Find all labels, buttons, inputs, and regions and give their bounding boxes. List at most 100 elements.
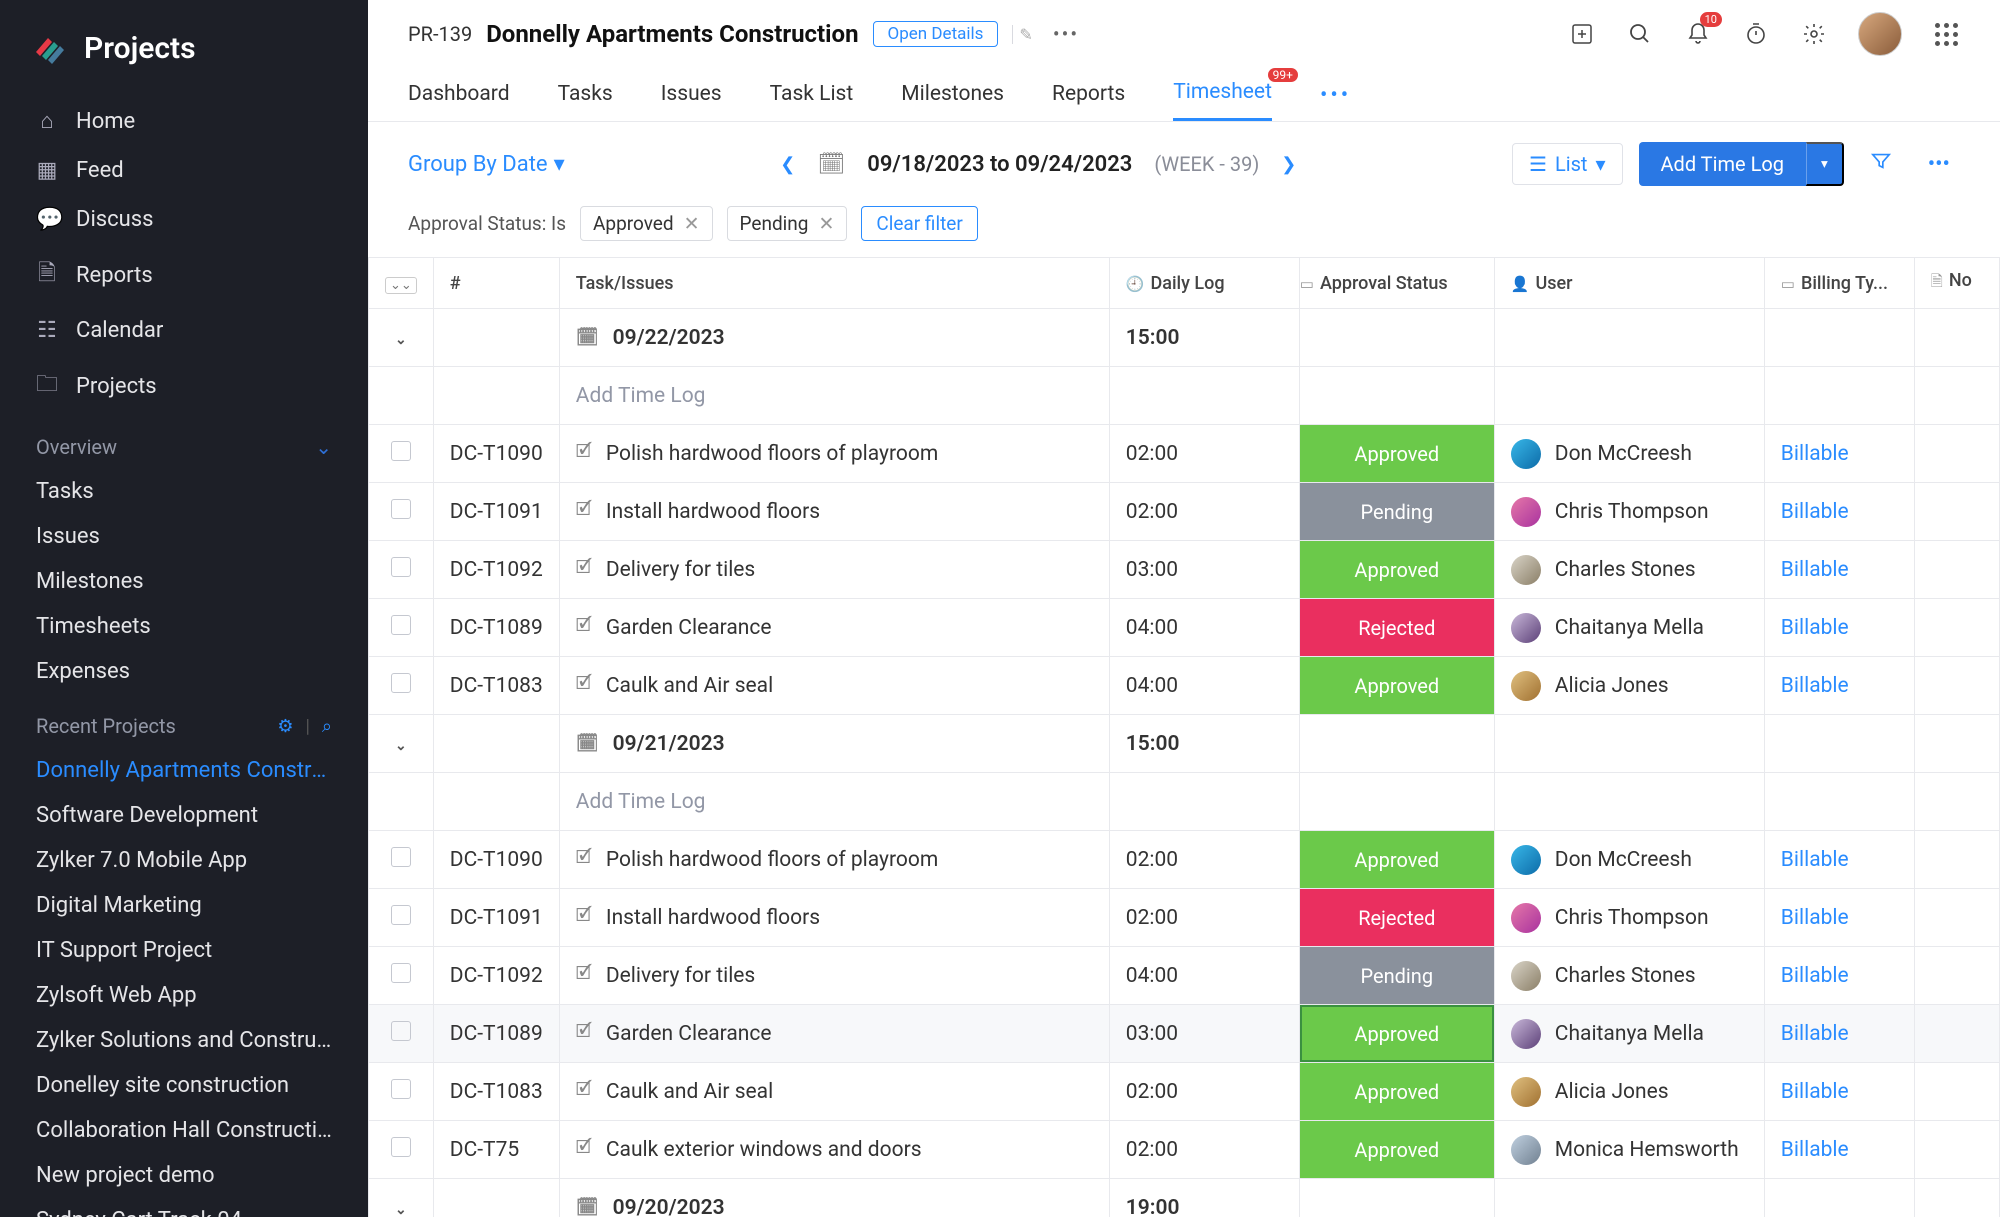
billing-type[interactable]: Billable [1781,500,1849,524]
row-checkbox[interactable] [391,615,411,635]
timesheet-row[interactable]: DC-T1091 🗹Install hardwood floors 02:00 … [369,483,2000,541]
date-group-row[interactable]: ⌄ 🗓09/20/2023 19:00 [369,1179,2000,1217]
row-checkbox[interactable] [391,905,411,925]
tab-task-list[interactable]: Task List [770,72,854,120]
timer-icon[interactable] [1742,20,1770,48]
billing-type[interactable]: Billable [1781,558,1849,582]
chevron-down-icon[interactable]: ⌄ [395,1202,407,1217]
timesheet-row[interactable]: DC-T1089 🗹Garden Clearance 04:00 Rejecte… [369,599,2000,657]
recent-project-item[interactable]: Software Development [0,793,368,838]
add-time-log-dropdown[interactable]: ▾ [1806,142,1844,186]
search-icon[interactable]: ⌕ [322,716,332,737]
timesheet-row[interactable]: DC-T1091 🗹Install hardwood floors 02:00 … [369,889,2000,947]
sidebar-nav-projects[interactable]: 🗀Projects [0,355,368,417]
status-badge[interactable]: Approved [1300,1121,1494,1178]
row-checkbox[interactable] [391,557,411,577]
timesheet-row[interactable]: DC-T1089 🗹Garden Clearance 03:00 Approve… [369,1005,2000,1063]
add-time-log-row[interactable]: Add Time Log [369,367,2000,425]
recent-project-item[interactable]: Digital Marketing [0,883,368,928]
calendar-icon[interactable]: 🗓 [817,152,845,177]
row-checkbox[interactable] [391,1021,411,1041]
tab-issues[interactable]: Issues [661,72,722,120]
status-badge[interactable]: Approved [1300,1005,1494,1062]
col-id-header[interactable]: # [433,258,559,309]
remove-chip-icon[interactable]: ✕ [818,212,834,235]
settings-icon[interactable]: ⚙ [277,716,293,737]
col-log-header[interactable]: 🕘Daily Log [1109,258,1299,309]
status-badge[interactable]: Pending [1300,947,1494,1004]
timesheet-row[interactable]: DC-T75 🗹Caulk exterior windows and doors… [369,1121,2000,1179]
recent-project-item[interactable]: IT Support Project [0,928,368,973]
tab-reports[interactable]: Reports [1052,72,1125,120]
sidebar-nav-calendar[interactable]: ☷Calendar [0,306,368,355]
chevron-down-icon[interactable]: ⌄ [395,738,407,754]
timesheet-row[interactable]: DC-T1083 🗹Caulk and Air seal 02:00 Appro… [369,1063,2000,1121]
recent-project-item[interactable]: Zylsoft Web App [0,973,368,1018]
tab-milestones[interactable]: Milestones [901,72,1004,120]
search-icon[interactable] [1626,20,1654,48]
billing-type[interactable]: Billable [1781,1138,1849,1162]
row-checkbox[interactable] [391,673,411,693]
status-badge[interactable]: Approved [1300,425,1494,482]
filter-chip[interactable]: Approved✕ [580,206,712,241]
filter-chip[interactable]: Pending✕ [727,206,848,241]
prev-week-button[interactable]: ❮ [780,154,795,175]
clear-filter-button[interactable]: Clear filter [861,206,977,241]
billing-type[interactable]: Billable [1781,906,1849,930]
timesheet-row[interactable]: DC-T1083 🗹Caulk and Air seal 04:00 Appro… [369,657,2000,715]
row-checkbox[interactable] [391,1079,411,1099]
tabs-more-icon[interactable]: ••• [1320,83,1351,108]
timesheet-row[interactable]: DC-T1090 🗹Polish hardwood floors of play… [369,425,2000,483]
row-checkbox[interactable] [391,441,411,461]
recent-project-item[interactable]: Collaboration Hall Construction [0,1108,368,1153]
status-badge[interactable]: Rejected [1300,889,1494,946]
col-task-header[interactable]: Task/Issues [559,258,1109,309]
notifications-icon[interactable]: 10 [1684,20,1712,48]
edit-icon[interactable]: ✎ [1012,25,1038,44]
col-user-header[interactable]: 👤User [1494,258,1764,309]
add-icon[interactable] [1568,20,1596,48]
row-checkbox[interactable] [391,963,411,983]
tab-tasks[interactable]: Tasks [558,72,613,120]
group-by-dropdown[interactable]: Group By Date ▾ [408,152,565,177]
add-time-log-row[interactable]: Add Time Log [369,773,2000,831]
col-status-header[interactable]: ▭Approval Status [1299,258,1494,309]
overview-header[interactable]: Overview ⌄ [0,417,368,469]
billing-type[interactable]: Billable [1781,442,1849,466]
sidebar-nav-discuss[interactable]: 💬Discuss [0,195,368,244]
sidebar-nav-reports[interactable]: 🗎Reports [0,244,368,306]
recent-project-item[interactable]: Zylker 7.0 Mobile App [0,838,368,883]
overview-expenses[interactable]: Expenses [0,649,368,694]
more-menu-icon[interactable]: ••• [1053,22,1079,46]
sidebar-nav-home[interactable]: ⌂Home [0,96,368,146]
status-badge[interactable]: Pending [1300,483,1494,540]
billing-type[interactable]: Billable [1781,1022,1849,1046]
overview-milestones[interactable]: Milestones [0,559,368,604]
row-checkbox[interactable] [391,499,411,519]
chevron-down-icon[interactable]: ⌄ [395,332,407,348]
timesheet-row[interactable]: DC-T1092 🗹Delivery for tiles 03:00 Appro… [369,541,2000,599]
row-checkbox[interactable] [391,1137,411,1157]
overview-issues[interactable]: Issues [0,514,368,559]
recent-project-item[interactable]: Zylker Solutions and Constructi [0,1018,368,1063]
billing-type[interactable]: Billable [1781,1080,1849,1104]
status-badge[interactable]: Approved [1300,831,1494,888]
timesheet-row[interactable]: DC-T1090 🗹Polish hardwood floors of play… [369,831,2000,889]
more-icon[interactable]: ••• [1918,146,1960,183]
app-logo[interactable]: Projects [0,0,368,96]
status-badge[interactable]: Rejected [1300,599,1494,656]
status-badge[interactable]: Approved [1300,657,1494,714]
date-group-row[interactable]: ⌄ 🗓09/21/2023 15:00 [369,715,2000,773]
billing-type[interactable]: Billable [1781,616,1849,640]
add-time-log-button[interactable]: Add Time Log [1639,142,1807,186]
next-week-button[interactable]: ❯ [1281,154,1296,175]
overview-tasks[interactable]: Tasks [0,469,368,514]
apps-grid-icon[interactable] [1932,20,1960,48]
recent-project-item[interactable]: Donnelly Apartments Construc [0,748,368,793]
overview-timesheets[interactable]: Timesheets [0,604,368,649]
billing-type[interactable]: Billable [1781,674,1849,698]
view-mode-dropdown[interactable]: ☰ List ▾ [1512,143,1622,185]
expand-all-header[interactable]: ⌄⌄ [369,258,434,309]
user-avatar[interactable] [1858,12,1902,56]
gear-icon[interactable] [1800,20,1828,48]
